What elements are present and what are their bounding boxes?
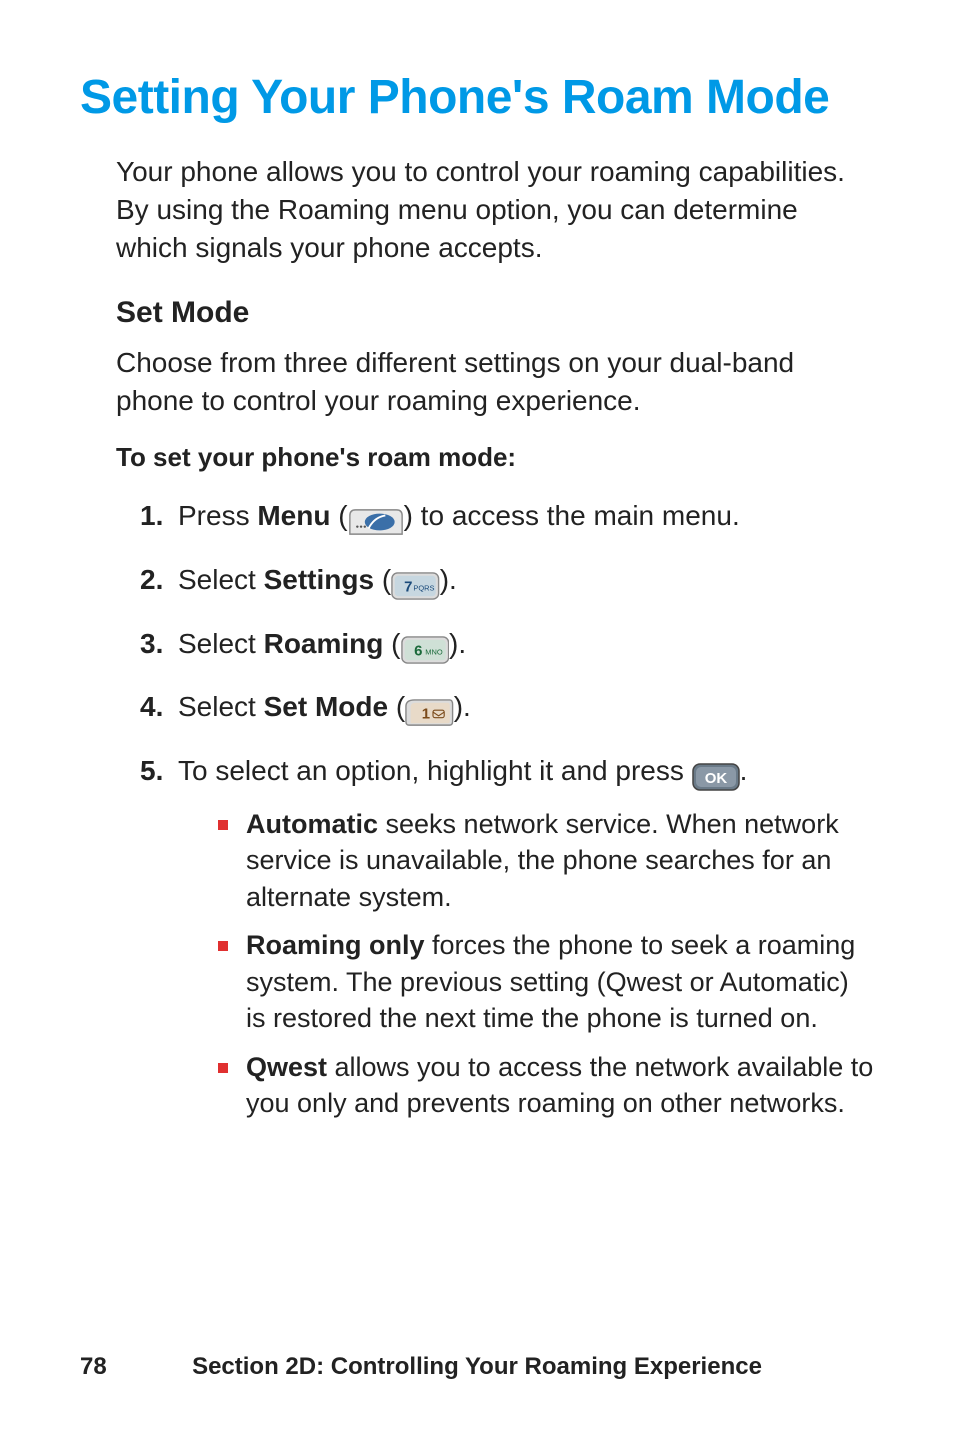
step-text: ) to access the main menu. bbox=[404, 500, 740, 531]
step-number: 1. bbox=[140, 497, 178, 535]
steps-list: 1. Press Menu ( ) to access the main men… bbox=[140, 497, 874, 1133]
section-intro: Choose from three different settings on … bbox=[116, 344, 874, 420]
step-number: 3. bbox=[140, 625, 178, 663]
step-1: 1. Press Menu ( ) to access the main men… bbox=[140, 497, 874, 541]
step-action: Menu bbox=[257, 500, 330, 531]
intro-paragraph: Your phone allows you to control your ro… bbox=[116, 153, 874, 266]
step-3: 3. Select Roaming ( 6 MNO ). bbox=[140, 625, 874, 669]
step-body: Select Settings ( 7 PQRS ). bbox=[178, 561, 874, 605]
step-text: . bbox=[740, 755, 748, 786]
step-action: Settings bbox=[264, 564, 374, 595]
1-key-icon: 1 bbox=[405, 694, 454, 732]
step-body: Select Set Mode ( 1 ). bbox=[178, 688, 874, 732]
step-text: ). bbox=[440, 564, 457, 595]
step-5: 5. To select an option, highlight it and… bbox=[140, 752, 874, 1133]
procedure-heading: To set your phone's roam mode: bbox=[116, 442, 874, 473]
step-text: Select bbox=[178, 564, 264, 595]
option-automatic: Automatic seeks network service. When ne… bbox=[218, 806, 874, 915]
svg-text:7: 7 bbox=[404, 578, 412, 595]
page-footer: 78 Section 2D: Controlling Your Roaming … bbox=[0, 1353, 954, 1381]
step-action: Roaming bbox=[264, 628, 384, 659]
section-heading: Set Mode bbox=[116, 296, 874, 330]
svg-text:MNO: MNO bbox=[425, 647, 443, 656]
6-mno-key-icon: 6 MNO bbox=[401, 631, 450, 669]
step-text: Press bbox=[178, 500, 257, 531]
step-2: 2. Select Settings ( 7 PQRS ). bbox=[140, 561, 874, 605]
svg-text:6: 6 bbox=[414, 642, 422, 659]
menu-softkey-icon bbox=[348, 503, 404, 541]
option-name: Automatic bbox=[246, 809, 378, 839]
step-number: 2. bbox=[140, 561, 178, 599]
option-name: Qwest bbox=[246, 1052, 327, 1082]
options-list: Automatic seeks network service. When ne… bbox=[218, 806, 874, 1122]
option-name: Roaming only bbox=[246, 930, 425, 960]
page-title: Setting Your Phone's Roam Mode bbox=[80, 70, 874, 125]
option-desc: allows you to access the network availab… bbox=[246, 1052, 873, 1118]
svg-text:PQRS: PQRS bbox=[414, 583, 435, 592]
ok-key-icon: OK bbox=[692, 758, 740, 796]
document-page: Setting Your Phone's Roam Mode Your phon… bbox=[0, 0, 954, 1431]
step-body: To select an option, highlight it and pr… bbox=[178, 752, 874, 1133]
step-text: ( bbox=[374, 564, 391, 595]
step-text: ( bbox=[388, 691, 405, 722]
step-body: Select Roaming ( 6 MNO ). bbox=[178, 625, 874, 669]
7-pqrs-key-icon: 7 PQRS bbox=[391, 567, 440, 605]
step-text: Select bbox=[178, 628, 264, 659]
step-action: Set Mode bbox=[264, 691, 388, 722]
svg-text:OK: OK bbox=[704, 770, 727, 787]
step-text: Select bbox=[178, 691, 264, 722]
step-number: 4. bbox=[140, 688, 178, 726]
page-number: 78 bbox=[80, 1353, 107, 1381]
step-text: ). bbox=[449, 628, 466, 659]
step-text: ). bbox=[454, 691, 471, 722]
option-qwest: Qwest allows you to access the network a… bbox=[218, 1049, 874, 1122]
section-label: Section 2D: Controlling Your Roaming Exp… bbox=[192, 1353, 762, 1380]
step-text: To select an option, highlight it and pr… bbox=[178, 755, 692, 786]
svg-text:1: 1 bbox=[422, 706, 430, 723]
step-body: Press Menu ( ) to access the main menu. bbox=[178, 497, 874, 541]
option-roaming-only: Roaming only forces the phone to seek a … bbox=[218, 927, 874, 1036]
step-4: 4. Select Set Mode ( 1 ). bbox=[140, 688, 874, 732]
step-text: ( bbox=[330, 500, 347, 531]
step-number: 5. bbox=[140, 752, 178, 790]
step-text: ( bbox=[383, 628, 400, 659]
